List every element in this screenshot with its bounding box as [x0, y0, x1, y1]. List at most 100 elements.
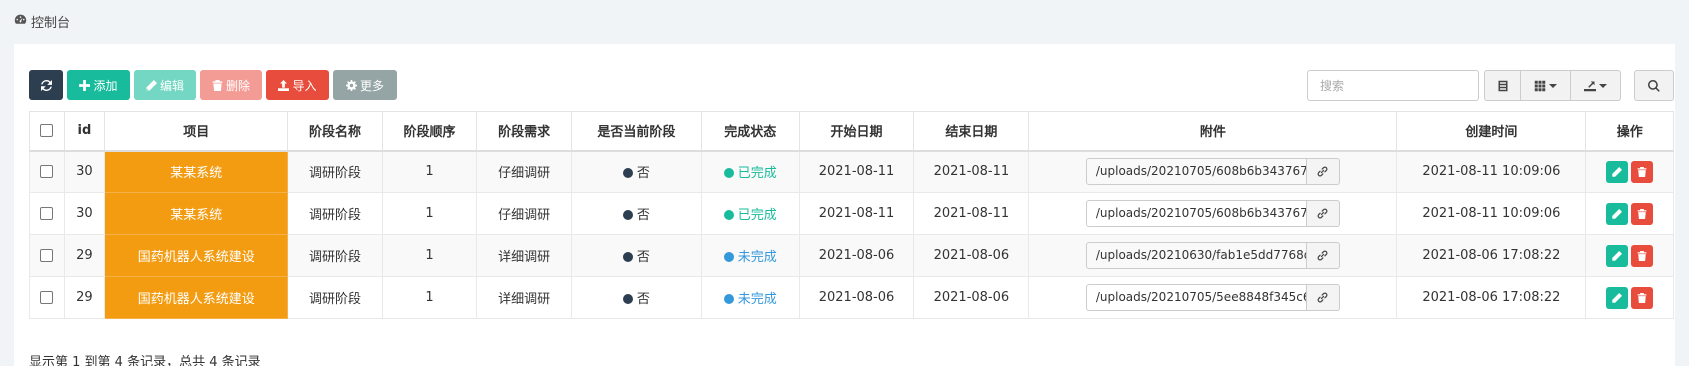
actions-cell: [1585, 276, 1674, 319]
col-header[interactable]: 阶段需求: [476, 111, 572, 152]
advanced-search-button[interactable]: [1634, 70, 1674, 101]
attachment-cell: /uploads/20210705/5ee8848f345c68: [1028, 276, 1398, 319]
requirement-cell: 详细调研: [476, 276, 572, 319]
columns-button[interactable]: [1521, 70, 1571, 101]
edit-button[interactable]: 编辑: [134, 70, 196, 100]
attachment-link-button[interactable]: [1306, 200, 1340, 227]
row-edit-button[interactable]: [1606, 202, 1629, 225]
pencil-icon: [1612, 166, 1623, 177]
id-cell: 30: [63, 150, 106, 193]
add-button[interactable]: 添加: [67, 70, 130, 100]
project-cell: 国药机器人系统建设: [104, 234, 289, 277]
actions-cell: [1585, 192, 1674, 235]
current-stage-value: 否: [636, 250, 650, 265]
table-row[interactable]: 29 国药机器人系统建设 调研阶段 1 详细调研否未完成 2021-08-06 2021-0…: [29, 276, 1674, 319]
status-value: 已完成: [737, 166, 777, 182]
breadcrumb: 控制台: [14, 12, 70, 31]
row-delete-button[interactable]: [1631, 286, 1654, 309]
row-edit-button[interactable]: [1606, 244, 1629, 267]
table-header-row: id 项目 阶段名称 阶段顺序 阶段需求 是否当前阶段 完成状态 开始日期 结束…: [29, 111, 1674, 152]
status-dot-icon: [622, 168, 633, 179]
id-cell: 29: [63, 234, 106, 277]
attachment-input[interactable]: /uploads/20210630/fab1e5dd7768d4: [1085, 242, 1307, 269]
grid-icon: [1534, 80, 1546, 91]
col-header[interactable]: 是否当前阶段: [570, 111, 702, 152]
attachment-cell: /uploads/20210705/608b6b3437672f: [1028, 150, 1398, 193]
gear-icon: [345, 79, 357, 91]
breadcrumb-label[interactable]: 控制台: [31, 12, 70, 31]
current-stage-value: 否: [636, 166, 650, 182]
end-date-cell: 2021-08-06: [913, 234, 1030, 277]
col-header[interactable]: 附件: [1028, 111, 1398, 152]
col-header[interactable]: id: [63, 111, 106, 152]
attachment-cell: /uploads/20210705/608b6b3437672f: [1028, 192, 1398, 235]
status-dot-icon: [622, 252, 633, 262]
pagination-summary: 显示第 1 到第 4 条记录，总共 4 条记录: [29, 355, 261, 366]
table-row[interactable]: 30 某某系统 调研阶段 1 仔细调研 否 已完成 2021-08-11 2021-08-11 /…: [29, 192, 1674, 235]
attachment-link-button[interactable]: [1306, 284, 1340, 311]
row-delete-button[interactable]: [1631, 160, 1654, 183]
export-icon: [1584, 81, 1596, 91]
select-all-checkbox[interactable]: [40, 124, 54, 138]
attachment-input[interactable]: /uploads/20210705/608b6b3437672f: [1085, 200, 1307, 227]
col-header[interactable]: 开始日期: [798, 111, 915, 152]
table-row[interactable]: 30 某某系统 调研阶段 1 仔细调研 否 已完成 2021-08-11 2021-08-11 /…: [29, 150, 1674, 193]
created-time-cell: 2021-08-06 17:08:22: [1396, 234, 1587, 277]
table-row[interactable]: 29 国药机器人系统建设 调研阶段 1 详细调研否未完成 2021-08-06 2021-0…: [29, 234, 1674, 277]
trash-icon: [1637, 208, 1647, 219]
attachment-link-button[interactable]: [1306, 158, 1340, 186]
more-label: 更多: [359, 78, 384, 93]
refresh-icon: [40, 79, 52, 91]
current-stage-cell: 否: [570, 192, 702, 235]
col-header[interactable]: 阶段名称: [287, 111, 383, 152]
stage-cell: 调研阶段: [287, 192, 383, 235]
current-stage-value: 否: [636, 208, 650, 223]
import-button[interactable]: 导入: [266, 70, 329, 100]
id-cell: 29: [63, 276, 106, 319]
project-cell: 某某系统: [104, 150, 289, 193]
row-checkbox[interactable]: [40, 207, 54, 220]
stage-cell: 调研阶段: [287, 150, 383, 193]
row-delete-button[interactable]: [1631, 202, 1654, 225]
row-edit-button[interactable]: [1606, 286, 1629, 309]
more-button[interactable]: 更多: [333, 70, 397, 100]
pencil-icon: [1612, 292, 1623, 303]
col-header[interactable]: 项目: [104, 111, 289, 152]
col-header[interactable]: 创建时间: [1396, 111, 1587, 152]
attachment-input[interactable]: /uploads/20210705/608b6b3437672f: [1085, 158, 1307, 186]
project-cell: 某某系统: [104, 192, 289, 235]
row-delete-button[interactable]: [1631, 244, 1654, 267]
main-panel: 添加 编辑 删除 导入 更多 搜索 id 项目 阶段名称 阶段顺序 阶段需求 是…: [14, 44, 1675, 366]
start-date-cell: 2021-08-11: [798, 150, 915, 193]
status-cell: 未完成: [700, 234, 800, 277]
attachment-cell: /uploads/20210630/fab1e5dd7768d4: [1028, 234, 1398, 277]
actions-cell: [1585, 234, 1674, 277]
row-checkbox[interactable]: [40, 249, 54, 262]
id-cell: 30: [63, 192, 106, 235]
chevron-down-icon: [1549, 83, 1557, 88]
col-header[interactable]: 阶段顺序: [381, 111, 478, 152]
toggle-view-button[interactable]: [1484, 70, 1521, 101]
end-date-cell: 2021-08-11: [913, 150, 1030, 193]
delete-button[interactable]: 删除: [200, 70, 262, 100]
status-dot-icon: [622, 294, 633, 304]
export-button[interactable]: [1571, 70, 1621, 101]
search-icon: [1648, 79, 1660, 92]
created-time-cell: 2021-08-06 17:08:22: [1396, 276, 1587, 319]
stage-cell: 调研阶段: [287, 276, 383, 319]
list-icon: [1498, 80, 1507, 91]
status-value: 已完成: [737, 208, 777, 223]
current-stage-cell: 否: [570, 150, 702, 193]
col-header[interactable]: 完成状态: [700, 111, 800, 152]
row-select-cell: [29, 234, 65, 277]
row-checkbox[interactable]: [40, 291, 54, 304]
attachment-link-button[interactable]: [1306, 242, 1340, 269]
status-dot-icon: [723, 252, 734, 262]
row-edit-button[interactable]: [1606, 160, 1629, 183]
search-input[interactable]: [1307, 70, 1479, 101]
refresh-button[interactable]: [29, 70, 63, 100]
delete-label: 删除: [225, 78, 250, 93]
attachment-input[interactable]: /uploads/20210705/5ee8848f345c68: [1085, 284, 1307, 311]
row-checkbox[interactable]: [40, 165, 54, 179]
col-header[interactable]: 结束日期: [913, 111, 1030, 152]
